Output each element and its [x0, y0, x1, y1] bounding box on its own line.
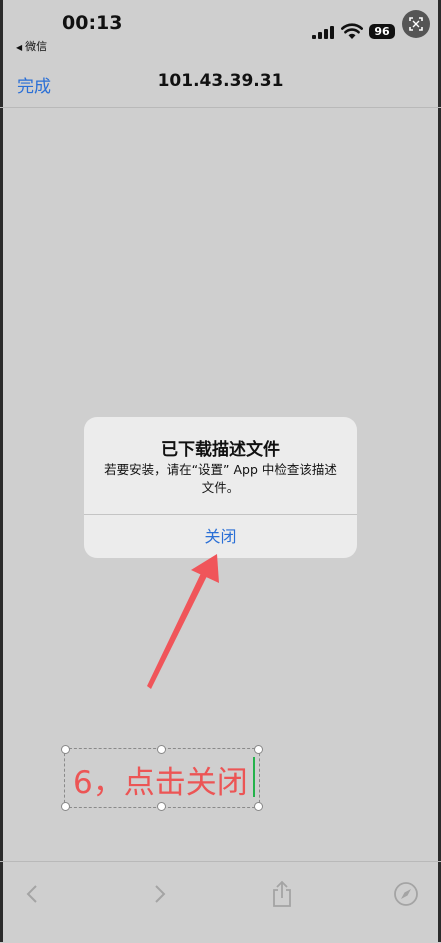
compass-icon: [394, 882, 418, 906]
share-icon: [273, 880, 291, 907]
resize-handle[interactable]: [157, 802, 166, 811]
resize-handle[interactable]: [61, 802, 70, 811]
share-button[interactable]: [266, 878, 298, 910]
forward-button[interactable]: [143, 878, 175, 910]
annotation-text: 6，点击关闭: [73, 765, 248, 801]
text-cursor: [253, 757, 255, 797]
resize-handle[interactable]: [61, 745, 70, 754]
forward-icon: [155, 885, 166, 903]
safari-button[interactable]: [390, 878, 422, 910]
back-button[interactable]: [17, 878, 49, 910]
back-icon: [26, 885, 37, 903]
resize-handle[interactable]: [157, 745, 166, 754]
resize-handle[interactable]: [254, 802, 263, 811]
resize-handle[interactable]: [254, 745, 263, 754]
annotation-textbox[interactable]: 6，点击关闭: [61, 745, 263, 811]
bottom-toolbar: [0, 861, 441, 943]
